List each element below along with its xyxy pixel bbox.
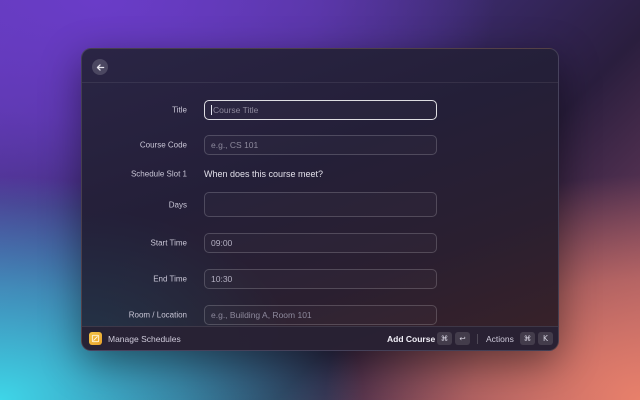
days-input[interactable] xyxy=(204,192,437,217)
return-key-icon: ↩ xyxy=(455,332,470,345)
command-key-icon: ⌘ xyxy=(520,332,535,345)
add-course-button[interactable]: Add Course xyxy=(387,334,435,344)
title-placeholder: Course Title xyxy=(213,105,259,115)
schedule-slot-row: Schedule Slot 1 When does this course me… xyxy=(82,163,558,185)
days-row: Days xyxy=(82,192,558,218)
end-time-label: End Time xyxy=(153,274,187,284)
k-key-icon: K xyxy=(538,332,553,345)
notepad-icon xyxy=(89,332,102,345)
pencil-icon xyxy=(91,334,100,343)
course-code-row: Course Code e.g., CS 101 xyxy=(82,134,558,156)
room-label: Room / Location xyxy=(128,310,187,320)
arrow-left-icon xyxy=(96,63,104,71)
course-code-label: Course Code xyxy=(139,140,187,150)
schedule-slot-description: When does this course meet? xyxy=(204,169,324,179)
title-input[interactable]: Course Title xyxy=(204,100,437,120)
room-row: Room / Location e.g., Building A, Room 1… xyxy=(82,304,558,326)
text-caret xyxy=(211,105,212,115)
start-time-row: Start Time 09:00 xyxy=(82,232,558,254)
room-placeholder: e.g., Building A, Room 101 xyxy=(211,310,312,320)
end-time-row: End Time 10:30 xyxy=(82,268,558,290)
start-time-input[interactable]: 09:00 xyxy=(204,233,437,253)
room-input[interactable]: e.g., Building A, Room 101 xyxy=(204,305,437,325)
end-time-input[interactable]: 10:30 xyxy=(204,269,437,289)
course-code-input[interactable]: e.g., CS 101 xyxy=(204,135,437,155)
command-key-icon: ⌘ xyxy=(437,332,452,345)
raycast-window: Title Course Title Course Code e.g., CS … xyxy=(81,48,559,351)
schedule-slot-label: Schedule Slot 1 xyxy=(130,169,187,179)
back-button[interactable] xyxy=(92,59,108,75)
actions-button[interactable]: Actions xyxy=(486,334,514,344)
end-time-value: 10:30 xyxy=(211,274,233,284)
footer-divider xyxy=(477,334,478,344)
start-time-value: 09:00 xyxy=(211,238,233,248)
course-code-placeholder: e.g., CS 101 xyxy=(211,140,259,150)
start-time-label: Start Time xyxy=(150,238,187,248)
title-label: Title xyxy=(172,105,187,115)
extension-name: Manage Schedules xyxy=(108,333,181,344)
title-row: Title Course Title xyxy=(82,99,558,121)
action-bar: Manage Schedules Add Course ⌘ ↩ Actions … xyxy=(82,326,558,350)
days-label: Days xyxy=(168,200,187,210)
top-bar xyxy=(82,49,558,83)
